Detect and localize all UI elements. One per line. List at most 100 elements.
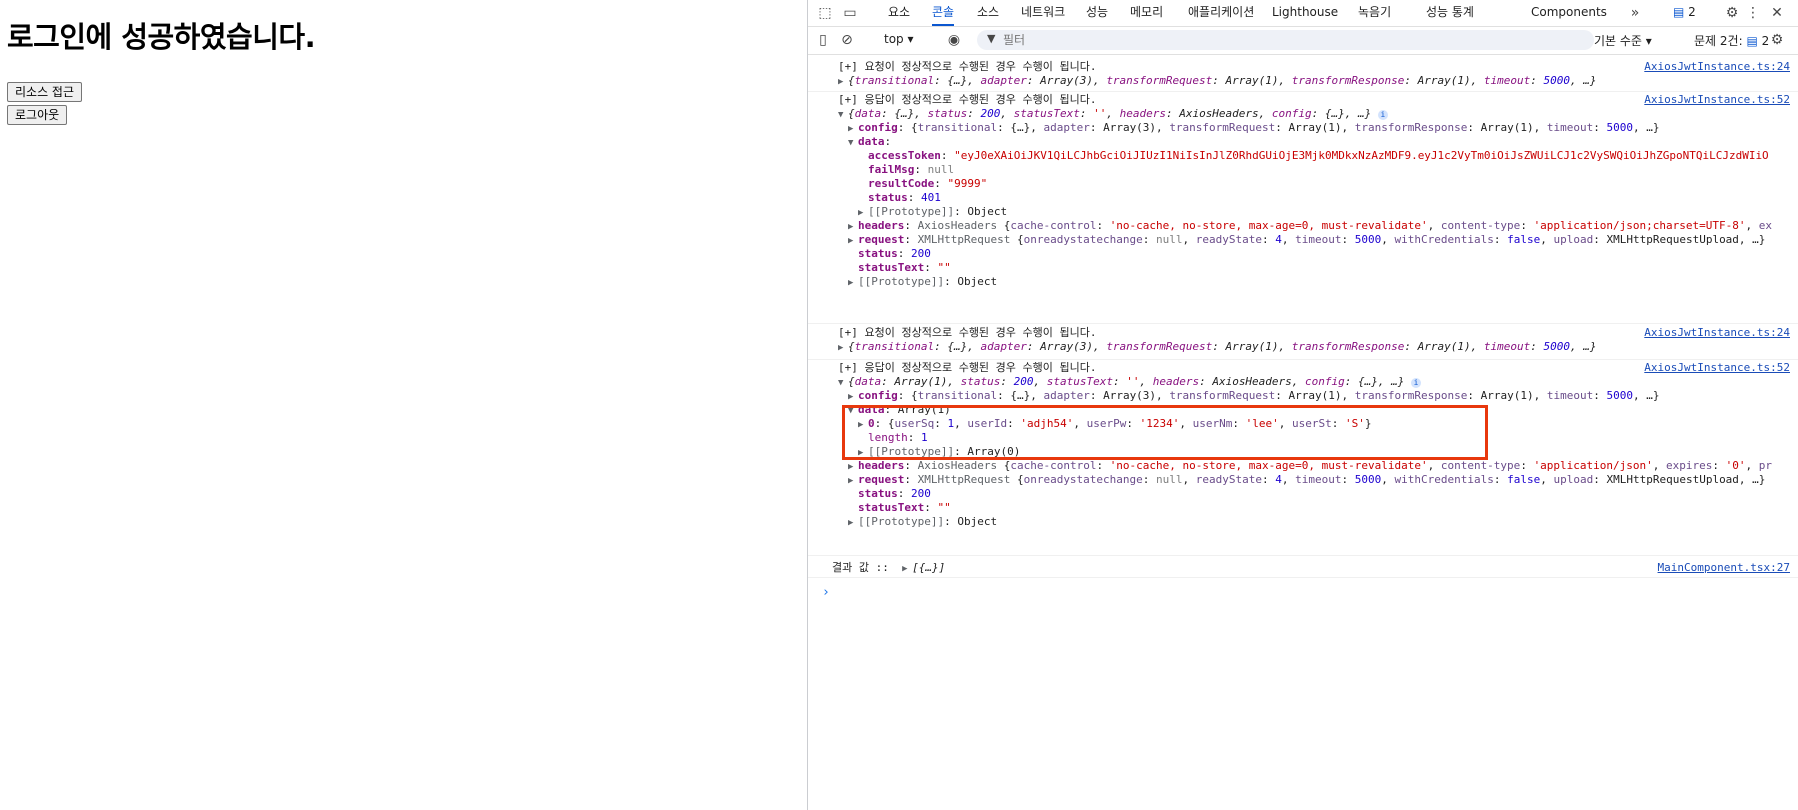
expand-arrow-icon: ▶ xyxy=(848,476,854,486)
response-object[interactable]: ▼ {data: Array(1), status: 200, statusTex… xyxy=(838,375,1422,389)
access-token-value: "eyJ0eXAiOiJKV1QiLCJhbGciOiJIUzI1NiIsInJ… xyxy=(954,149,1769,162)
tab-memory[interactable]: 메모리 xyxy=(1130,0,1163,26)
console-prompt-icon[interactable]: › xyxy=(822,585,830,600)
tab-console[interactable]: 콘솔 xyxy=(932,0,955,26)
log-text: [+] 응답이 정상적으로 수행된 경우 수행이 됩니다. xyxy=(838,361,1097,374)
tab-components[interactable]: Components xyxy=(1531,0,1607,26)
expand-arrow-icon[interactable]: ▶ xyxy=(902,562,912,576)
console-settings-icon[interactable]: ⚙ xyxy=(1768,31,1786,49)
prototype-row[interactable]: ▶ [[Prototype]]: Object xyxy=(848,275,997,289)
expand-arrow-icon: ▶ xyxy=(838,343,844,353)
status-text-row: statusText: "" xyxy=(858,261,951,274)
object-preview[interactable]: ▶ {transitional: {…}, adapter: Array(3), … xyxy=(838,340,1596,354)
prototype-row[interactable]: ▶ [[Prototype]]: Object xyxy=(848,515,997,529)
console-message: [+] 요청이 정상적으로 수행된 경우 수행이 됩니다. AxiosJwtIn… xyxy=(808,323,1798,360)
source-link[interactable]: AxiosJwtInstance.ts:24 xyxy=(1644,60,1790,73)
headers-row[interactable]: ▶ headers: AxiosHeaders {cache-control: '… xyxy=(848,219,1772,233)
log-level-label: 기본 수준 xyxy=(1594,34,1642,48)
collapse-arrow-icon: ▼ xyxy=(838,110,844,120)
web-page: 로그인에 성공하였습니다. 리소스 접근 로그아웃 xyxy=(0,0,807,810)
result-code-value: "9999" xyxy=(947,177,988,190)
headers-row[interactable]: ▶ headers: AxiosHeaders {cache-control: '… xyxy=(848,459,1772,473)
info-icon[interactable]: i xyxy=(1377,110,1388,120)
context-selector[interactable]: top ▾ xyxy=(884,32,914,46)
log-level-dropdown[interactable]: 기본 수준 ▾ xyxy=(1594,32,1652,49)
collapse-arrow-icon: ▼ xyxy=(838,378,844,388)
result-label: 결과 값 :: xyxy=(832,561,889,574)
prototype-row[interactable]: ▶ [[Prototype]]: Object xyxy=(858,205,1007,219)
fail-msg-row: failMsg: null xyxy=(868,163,955,176)
source-link[interactable]: AxiosJwtInstance.ts:52 xyxy=(1644,93,1790,106)
response-status-row: status: 200 xyxy=(858,487,931,500)
log-text: [+] 응답이 정상적으로 수행된 경우 수행이 됩니다. xyxy=(838,93,1097,106)
kebab-menu-icon[interactable]: ⋮ xyxy=(1744,4,1762,22)
filter-box[interactable]: ▼ xyxy=(977,30,1594,50)
expand-arrow-icon: ▶ xyxy=(858,208,864,218)
expand-arrow-icon: ▶ xyxy=(848,124,854,134)
highlight-annotation-box xyxy=(842,405,1488,460)
logout-button[interactable]: 로그아웃 xyxy=(7,105,68,125)
tab-performance-insights[interactable]: 성능 통계 xyxy=(1426,0,1474,26)
status-row: status: 401 xyxy=(868,191,941,204)
settings-gear-icon[interactable]: ⚙ xyxy=(1723,4,1741,22)
expand-arrow-icon: ▶ xyxy=(838,77,844,87)
source-link[interactable]: AxiosJwtInstance.ts:24 xyxy=(1644,326,1790,339)
resource-access-button[interactable]: 리소스 접근 xyxy=(7,82,83,102)
filter-input[interactable] xyxy=(1003,32,1563,48)
issues-badge-count: 2 xyxy=(1688,5,1696,19)
more-tabs-icon[interactable]: » xyxy=(1626,4,1644,22)
status-text-value: "" xyxy=(937,501,951,514)
config-row[interactable]: ▶ config: {transitional: {…}, adapter: Ar… xyxy=(848,389,1659,403)
console-toolbar: ▯ ⊘ top ▾ ◉ ▼ 기본 수준 ▾ 문제 2건: ▤ 2 ⚙ xyxy=(808,27,1798,55)
status-text-value: "" xyxy=(937,261,951,274)
response-status-value: 200 xyxy=(911,247,931,260)
issues-badge-icon: ▤ xyxy=(1673,5,1685,19)
response-status-row: status: 200 xyxy=(858,247,931,260)
console-message: [+] 응답이 정상적으로 수행된 경우 수행이 됩니다. AxiosJwtIn… xyxy=(808,91,1798,324)
log-text: 결과 값 :: ▶ [{…}] xyxy=(832,561,945,575)
request-row[interactable]: ▶ request: XMLHttpRequest {onreadystatech… xyxy=(848,473,1765,487)
tab-sources[interactable]: 소스 xyxy=(977,0,999,26)
status-value: 401 xyxy=(921,191,941,204)
console-message: [+] 요청이 정상적으로 수행된 경우 수행이 됩니다. AxiosJwtIn… xyxy=(808,55,1798,92)
issues-counter[interactable]: 문제 2건: ▤ 2 xyxy=(1694,32,1769,49)
result-value[interactable]: [{…}] xyxy=(912,561,945,574)
collapse-arrow-icon: ▼ xyxy=(848,138,854,148)
context-label: top xyxy=(884,32,904,46)
issues-badge[interactable]: ▤ 2 xyxy=(1673,5,1696,19)
tab-elements[interactable]: 요소 xyxy=(888,0,910,26)
object-preview[interactable]: ▶ {transitional: {…}, adapter: Array(3), … xyxy=(838,74,1596,88)
response-status-value: 200 xyxy=(911,487,931,500)
tab-performance[interactable]: 성능 xyxy=(1086,0,1108,26)
inspect-element-icon[interactable]: ⬚ xyxy=(816,4,834,22)
close-icon[interactable]: ✕ xyxy=(1768,4,1786,22)
request-row[interactable]: ▶ request: XMLHttpRequest {onreadystatech… xyxy=(848,233,1765,247)
filter-icon: ▼ xyxy=(987,32,996,45)
expand-arrow-icon: ▶ xyxy=(848,236,854,246)
tab-lighthouse[interactable]: Lighthouse xyxy=(1272,0,1338,26)
clear-console-icon[interactable]: ⊘ xyxy=(838,31,856,49)
expand-arrow-icon: ▶ xyxy=(848,462,854,472)
response-object[interactable]: ▼ {data: {…}, status: 200, statusText: ''… xyxy=(838,107,1388,121)
source-link[interactable]: MainComponent.tsx:27 xyxy=(1658,561,1790,574)
issues-counter-label: 문제 2건: xyxy=(1694,34,1743,48)
fail-msg-value: null xyxy=(927,163,955,176)
data-row[interactable]: ▼ data: xyxy=(848,135,891,149)
info-icon[interactable]: i xyxy=(1411,378,1422,388)
status-text-row: statusText: "" xyxy=(858,501,951,514)
console-message: 결과 값 :: ▶ [{…}] MainComponent.tsx:27 xyxy=(808,555,1798,578)
expand-arrow-icon: ▶ xyxy=(848,518,854,528)
log-text: [+] 요청이 정상적으로 수행된 경우 수행이 됩니다. xyxy=(838,60,1097,73)
tab-network[interactable]: 네트워크 xyxy=(1021,0,1065,26)
tab-recorder[interactable]: 녹음기 xyxy=(1358,0,1391,26)
expand-arrow-icon: ▶ xyxy=(848,222,854,232)
sidebar-toggle-icon[interactable]: ▯ xyxy=(814,31,832,49)
live-expression-eye-icon[interactable]: ◉ xyxy=(945,31,963,49)
device-toolbar-icon[interactable]: ▭ xyxy=(841,4,859,22)
config-row[interactable]: ▶ config: {transitional: {…}, adapter: Ar… xyxy=(848,121,1659,135)
access-token-row: accessToken: "eyJ0eXAiOiJKV1QiLCJhbGciOi… xyxy=(868,149,1769,162)
tab-application[interactable]: 애플리케이션 xyxy=(1188,0,1254,26)
expand-arrow-icon: ▶ xyxy=(848,392,854,402)
devtools-tabbar: ⬚ ▭ 요소 콘솔 소스 네트워크 성능 메모리 애플리케이션 Lighthou… xyxy=(808,0,1798,27)
source-link[interactable]: AxiosJwtInstance.ts:52 xyxy=(1644,361,1790,374)
